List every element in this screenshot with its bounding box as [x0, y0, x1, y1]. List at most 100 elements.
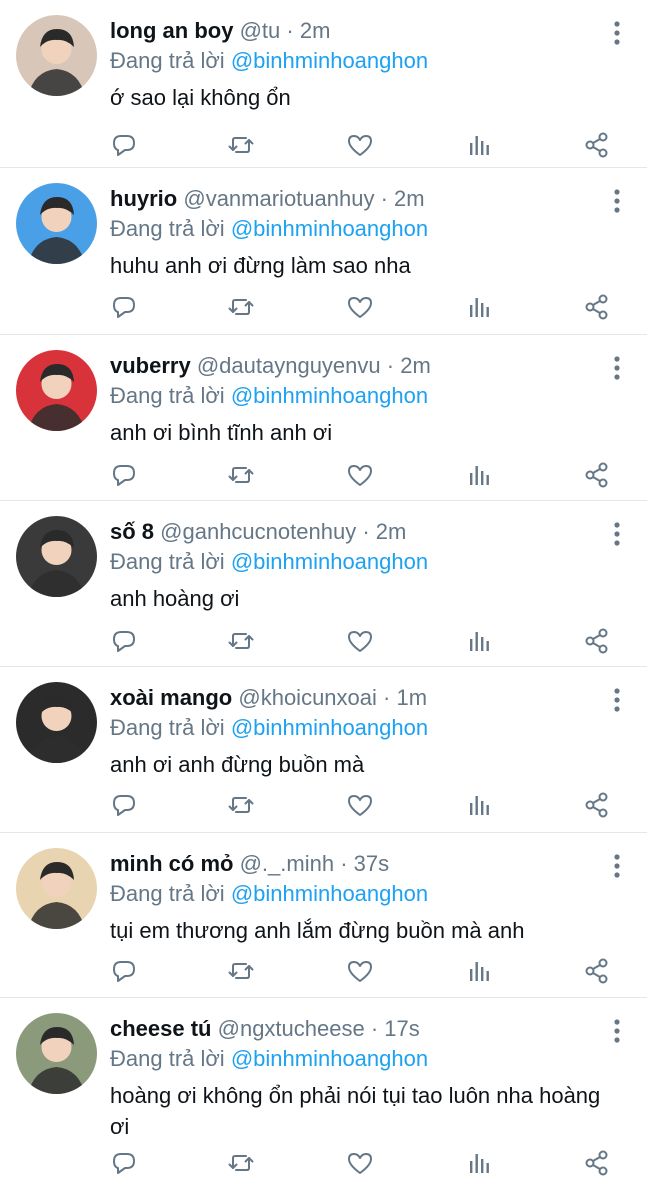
timestamp[interactable]: 2m: [376, 519, 407, 544]
timestamp[interactable]: 2m: [300, 18, 331, 43]
display-name[interactable]: huyrio: [110, 186, 177, 211]
user-handle[interactable]: @._.minh: [240, 851, 334, 876]
tweet[interactable]: huyrio @vanmariotuanhuy · 2m Đang trả lờ…: [0, 168, 647, 335]
tweet[interactable]: cheese tú @ngxtucheese · 17s Đang trả lờ…: [0, 998, 647, 1189]
tweet-text: anh ơi anh đừng buồn mà: [110, 752, 365, 777]
tweet-actions: [0, 626, 647, 658]
tweet[interactable]: vuberry @dautaynguyenvu · 2m Đang trả lờ…: [0, 335, 647, 501]
retweet-icon[interactable]: [226, 956, 256, 986]
timestamp[interactable]: 17s: [384, 1016, 419, 1041]
tweet-header: số 8 @ganhcucnotenhuy · 2m: [110, 517, 597, 547]
user-handle[interactable]: @ganhcucnotenhuy: [160, 519, 356, 544]
mention-link[interactable]: @binhminhoanghon: [231, 48, 428, 73]
retweet-icon[interactable]: [226, 292, 256, 322]
like-icon[interactable]: [345, 130, 375, 160]
more-icon[interactable]: [612, 355, 622, 381]
avatar[interactable]: [16, 15, 97, 96]
stats-icon[interactable]: [463, 790, 493, 820]
tweet[interactable]: long an boy @tu · 2m Đang trả lời @binhm…: [0, 0, 647, 168]
mention-link[interactable]: @binhminhoanghon: [231, 1046, 428, 1071]
display-name[interactable]: vuberry: [110, 353, 191, 378]
avatar-image: [16, 15, 97, 96]
mention-link[interactable]: @binhminhoanghon: [231, 715, 428, 740]
share-icon[interactable]: [582, 626, 612, 656]
retweet-icon[interactable]: [226, 790, 256, 820]
tweet[interactable]: số 8 @ganhcucnotenhuy · 2m Đang trả lời …: [0, 501, 647, 667]
mention-link[interactable]: @binhminhoanghon: [231, 549, 428, 574]
user-handle[interactable]: @dautaynguyenvu: [197, 353, 381, 378]
mention-link[interactable]: @binhminhoanghon: [231, 881, 428, 906]
replying-to: Đang trả lời @binhminhoanghon: [110, 381, 428, 411]
timestamp[interactable]: 1m: [396, 685, 427, 710]
more-icon[interactable]: [612, 687, 622, 713]
like-icon[interactable]: [345, 626, 375, 656]
user-handle[interactable]: @ngxtucheese: [218, 1016, 365, 1041]
avatar[interactable]: [16, 682, 97, 763]
avatar[interactable]: [16, 848, 97, 929]
share-icon[interactable]: [582, 130, 612, 160]
stats-icon[interactable]: [463, 292, 493, 322]
stats-icon[interactable]: [463, 1148, 493, 1178]
avatar-image: [16, 1013, 97, 1094]
avatar[interactable]: [16, 516, 97, 597]
timestamp[interactable]: 2m: [394, 186, 425, 211]
like-icon[interactable]: [345, 956, 375, 986]
share-icon[interactable]: [582, 460, 612, 490]
share-icon[interactable]: [582, 1148, 612, 1178]
tweet-header: huyrio @vanmariotuanhuy · 2m: [110, 184, 597, 214]
reply-icon[interactable]: [109, 790, 139, 820]
tweet[interactable]: minh có mỏ @._.minh · 37s Đang trả lời @…: [0, 833, 647, 998]
retweet-icon[interactable]: [226, 1148, 256, 1178]
stats-icon[interactable]: [463, 956, 493, 986]
tweet-actions: [0, 956, 647, 988]
replying-label: Đang trả lời: [110, 549, 225, 574]
replying-to: Đang trả lời @binhminhoanghon: [110, 46, 428, 76]
stats-icon[interactable]: [463, 130, 493, 160]
avatar[interactable]: [16, 1013, 97, 1094]
retweet-icon[interactable]: [226, 130, 256, 160]
timestamp[interactable]: 37s: [354, 851, 389, 876]
share-icon[interactable]: [582, 790, 612, 820]
retweet-icon[interactable]: [226, 626, 256, 656]
separator-dot: ·: [362, 519, 370, 544]
reply-icon[interactable]: [109, 626, 139, 656]
share-icon[interactable]: [582, 956, 612, 986]
share-icon[interactable]: [582, 292, 612, 322]
more-icon[interactable]: [612, 521, 622, 547]
reply-icon[interactable]: [109, 130, 139, 160]
mention-link[interactable]: @binhminhoanghon: [231, 216, 428, 241]
display-name[interactable]: số 8: [110, 519, 154, 544]
more-icon[interactable]: [612, 188, 622, 214]
stats-icon[interactable]: [463, 460, 493, 490]
reply-icon[interactable]: [109, 956, 139, 986]
like-icon[interactable]: [345, 292, 375, 322]
like-icon[interactable]: [345, 460, 375, 490]
avatar[interactable]: [16, 183, 97, 264]
tweet-header: cheese tú @ngxtucheese · 17s: [110, 1014, 597, 1044]
like-icon[interactable]: [345, 790, 375, 820]
tweet-text: tụi em thương anh lắm đừng buồn mà anh: [110, 918, 525, 943]
tweet[interactable]: xoài mango @khoicunxoai · 1m Đang trả lờ…: [0, 667, 647, 833]
stats-icon[interactable]: [463, 626, 493, 656]
avatar[interactable]: [16, 350, 97, 431]
reply-icon[interactable]: [109, 1148, 139, 1178]
user-handle[interactable]: @khoicunxoai: [238, 685, 377, 710]
display-name[interactable]: cheese tú: [110, 1016, 212, 1041]
tweet-text: anh ơi bình tĩnh anh ơi: [110, 420, 333, 445]
display-name[interactable]: xoài mango: [110, 685, 232, 710]
tweet-header: vuberry @dautaynguyenvu · 2m: [110, 351, 597, 381]
more-icon[interactable]: [612, 853, 622, 879]
more-icon[interactable]: [612, 20, 622, 46]
timestamp[interactable]: 2m: [400, 353, 431, 378]
display-name[interactable]: long an boy: [110, 18, 233, 43]
retweet-icon[interactable]: [226, 460, 256, 490]
more-icon[interactable]: [612, 1018, 622, 1044]
mention-link[interactable]: @binhminhoanghon: [231, 383, 428, 408]
like-icon[interactable]: [345, 1148, 375, 1178]
reply-icon[interactable]: [109, 460, 139, 490]
display-name[interactable]: minh có mỏ: [110, 851, 233, 876]
reply-icon[interactable]: [109, 292, 139, 322]
user-handle[interactable]: @tu: [240, 18, 281, 43]
user-handle[interactable]: @vanmariotuanhuy: [183, 186, 374, 211]
replying-to: Đang trả lời @binhminhoanghon: [110, 214, 428, 244]
